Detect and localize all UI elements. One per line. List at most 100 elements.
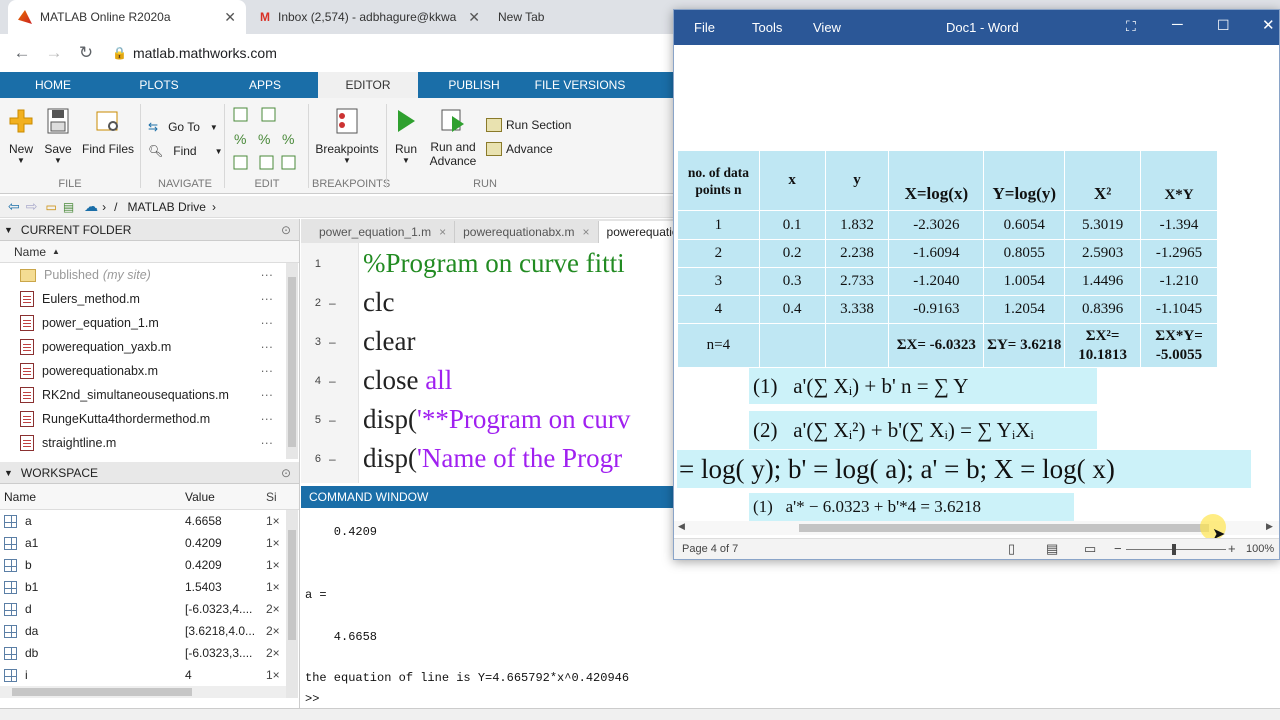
tab-label: Inbox (2,574) - adbhagure@kkwa xyxy=(278,10,457,24)
variable-row[interactable]: db [-6.0323,3.... 2× xyxy=(0,642,299,664)
group-breakpoints: BREAKPOINTS xyxy=(312,178,391,190)
word-hscrollbar[interactable]: ◀ ▶ xyxy=(674,521,1279,535)
maximize-icon[interactable]: ☐ xyxy=(1217,17,1230,34)
more-icon[interactable]: ··· xyxy=(261,412,274,426)
variable-row[interactable]: b1 1.5403 1× xyxy=(0,576,299,598)
tab-home[interactable]: HOME xyxy=(0,72,106,98)
advance-button[interactable]: Advance xyxy=(486,142,553,156)
m-file-icon xyxy=(20,339,34,355)
panel-options-icon[interactable]: ⊙ xyxy=(281,466,291,480)
more-icon[interactable]: ··· xyxy=(261,268,274,282)
tab-editor[interactable]: EDITOR xyxy=(318,72,418,98)
edit-tools[interactable]: %%% xyxy=(232,106,302,172)
file-item[interactable]: RungeKutta4thordermethod.m ··· xyxy=(0,407,299,431)
workspace-column-header[interactable]: Name Value Si xyxy=(0,484,299,510)
print-layout-icon[interactable]: ▤ xyxy=(1046,541,1058,557)
variable-row[interactable]: d [-6.0323,4.... 2× xyxy=(0,598,299,620)
word-document[interactable]: no. of data points n x y X=log(x) Y=log(… xyxy=(674,45,1279,525)
code-editor[interactable]: 1 %Program on curve fitti 2– clc 3– clear 4… xyxy=(301,243,675,483)
go-to-button[interactable]: ⇆ Go To ▼ xyxy=(148,120,218,134)
zoom-in-icon[interactable]: + xyxy=(1228,541,1236,556)
more-icon[interactable]: ··· xyxy=(261,364,274,378)
reload-icon[interactable]: ↻ xyxy=(70,43,102,63)
browser-tab-new[interactable]: New Tab xyxy=(488,0,638,34)
variable-value: 0.4209 xyxy=(185,536,222,550)
scroll-thumb[interactable] xyxy=(799,524,1209,532)
panel-options-icon[interactable]: ⊙ xyxy=(281,223,291,237)
tab-apps[interactable]: APPS xyxy=(212,72,318,98)
more-icon[interactable]: ··· xyxy=(261,388,274,402)
file-item[interactable]: powerequation_yaxb.m ··· xyxy=(0,335,299,359)
folder-scrollbar[interactable] xyxy=(286,263,298,459)
code-line[interactable]: 5– disp('**Program on curv xyxy=(301,400,675,439)
file-item[interactable]: Eulers_method.m ··· xyxy=(0,287,299,311)
scroll-right-icon[interactable]: ▶ xyxy=(1266,521,1273,532)
tab-publish[interactable]: PUBLISH xyxy=(418,72,530,98)
collapse-icon[interactable]: ▼ xyxy=(4,225,13,235)
file-item[interactable]: powerequationabx.m ··· xyxy=(0,359,299,383)
variable-row[interactable]: da [3.6218,4.0... 2× xyxy=(0,620,299,642)
folder-item-published[interactable]: Published (my site) ··· xyxy=(0,263,299,287)
code-line[interactable]: 1 %Program on curve fitti xyxy=(301,244,675,283)
close-icon[interactable]: × xyxy=(439,225,446,239)
read-mode-icon[interactable]: ▯ xyxy=(1008,541,1015,557)
web-layout-icon[interactable]: ▭ xyxy=(1084,541,1096,557)
more-icon[interactable]: ··· xyxy=(261,292,274,306)
tab-plots[interactable]: PLOTS xyxy=(106,72,212,98)
run-label: Run xyxy=(394,142,417,156)
url-field[interactable]: matlab.mathworks.com xyxy=(133,45,277,61)
variable-row[interactable]: b 0.4209 1× xyxy=(0,554,299,576)
close-icon[interactable]: ✕ xyxy=(1262,16,1275,34)
run-and-advance-button[interactable]: Run and Advance xyxy=(426,108,480,168)
breakpoints-button[interactable]: Breakpoints ▼ xyxy=(312,108,382,165)
tab-file-versions[interactable]: FILE VERSIONS xyxy=(530,72,630,98)
scroll-left-icon[interactable]: ◀ xyxy=(678,521,685,532)
code-line[interactable]: 6– disp('Name of the Progr xyxy=(301,439,675,478)
zoom-out-icon[interactable]: − xyxy=(1114,541,1122,556)
browser-tab-matlab[interactable]: MATLAB Online R2020a ✕ xyxy=(8,0,246,34)
more-icon[interactable]: ··· xyxy=(261,436,274,450)
file-item[interactable]: power_equation_1.m ··· xyxy=(0,311,299,335)
minimize-icon[interactable]: ─ xyxy=(1172,16,1183,33)
menu-file[interactable]: File xyxy=(694,20,715,35)
browser-tab-inbox[interactable]: M Inbox (2,574) - adbhagure@kkwa ✕ xyxy=(250,0,490,34)
variable-row[interactable]: i 4 1× xyxy=(0,664,299,686)
code-line[interactable]: 2– clc xyxy=(301,283,675,322)
workspace-hscrollbar[interactable] xyxy=(0,686,286,698)
forward-icon[interactable]: ⇨ xyxy=(26,198,38,215)
find-files-button[interactable]: Find Files xyxy=(80,108,136,156)
editor-tab[interactable]: powerequationabx.m × xyxy=(455,221,599,243)
new-button[interactable]: New ▼ xyxy=(6,108,36,165)
file-item[interactable]: RK2nd_simultaneousequations.m ··· xyxy=(0,383,299,407)
more-icon[interactable]: ··· xyxy=(261,340,274,354)
close-tab-icon[interactable]: ✕ xyxy=(468,9,480,26)
save-button[interactable]: Save ▼ xyxy=(42,108,74,165)
browse-folder-icon[interactable]: ▤ xyxy=(63,200,74,214)
code-line[interactable]: 3– clear xyxy=(301,322,675,361)
back-icon[interactable]: ⇦ xyxy=(8,198,20,215)
path-drive[interactable]: MATLAB Drive xyxy=(128,200,206,214)
run-button[interactable]: Run ▼ xyxy=(392,108,420,165)
zoom-slider[interactable] xyxy=(1126,549,1226,550)
close-tab-icon[interactable]: ✕ xyxy=(224,9,236,26)
menu-view[interactable]: View xyxy=(813,20,841,35)
zoom-slider-thumb[interactable] xyxy=(1172,544,1176,555)
close-icon[interactable]: × xyxy=(583,225,590,239)
find-button[interactable]: 🔍︎ Find ▼ xyxy=(148,144,223,158)
menu-tools[interactable]: Tools xyxy=(752,20,782,35)
file-item[interactable]: straightline.m ··· xyxy=(0,431,299,455)
focus-mode-icon[interactable]: ⛶ xyxy=(1126,18,1136,35)
back-icon[interactable]: ← xyxy=(6,43,38,63)
variable-row[interactable]: a 4.6658 1× xyxy=(0,510,299,532)
variable-row[interactable]: a1 0.4209 1× xyxy=(0,532,299,554)
workspace-scrollbar[interactable] xyxy=(286,510,298,698)
column-header[interactable]: Name ▲ xyxy=(0,241,299,263)
up-folder-icon[interactable]: ▭ xyxy=(45,200,56,214)
editor-tab[interactable]: power_equation_1.m × xyxy=(311,221,456,243)
run-section-button[interactable]: Run Section xyxy=(486,118,571,132)
code-line[interactable]: 4– close all xyxy=(301,361,675,400)
forward-icon[interactable]: → xyxy=(38,43,70,63)
run-advance-icon xyxy=(441,109,464,132)
more-icon[interactable]: ··· xyxy=(261,316,274,330)
collapse-icon[interactable]: ▼ xyxy=(4,468,13,478)
